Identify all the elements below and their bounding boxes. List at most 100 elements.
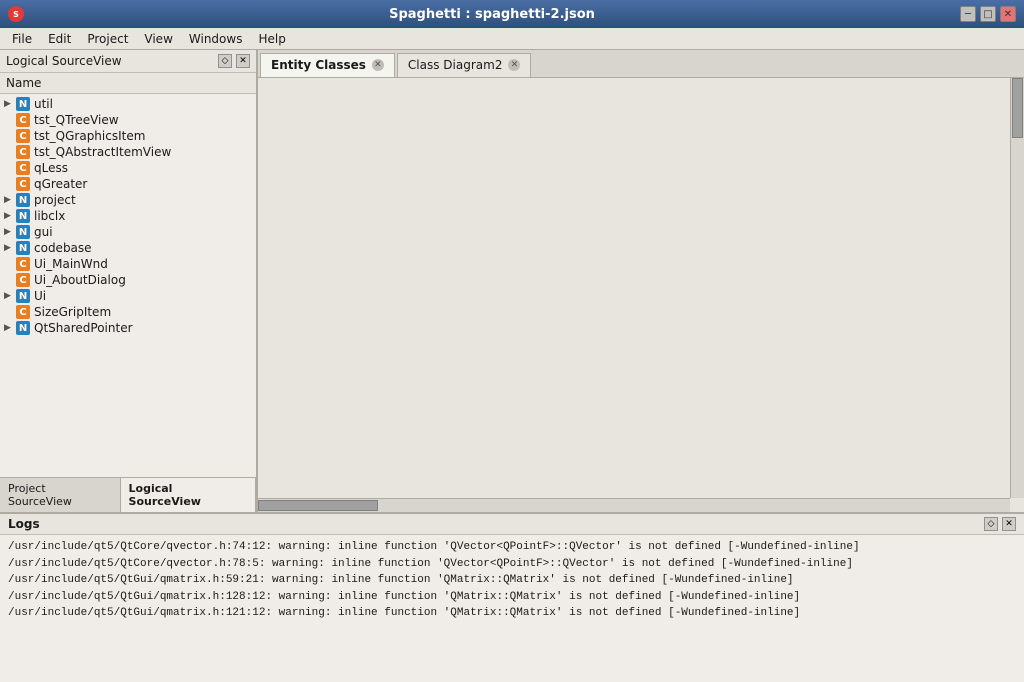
tree-item[interactable]: Ctst_QTreeView <box>0 112 256 128</box>
menu-item-project[interactable]: Project <box>79 30 136 48</box>
tree-label: tst_QTreeView <box>34 113 119 127</box>
tab-entity-classes[interactable]: Entity Classes ✕ <box>260 53 395 77</box>
app-icon: S <box>8 6 24 22</box>
main-layout: Logical SourceView ◇ ✕ Name ▶NutilCtst_Q… <box>0 50 1024 682</box>
logs-header: Logs ◇ ✕ <box>0 514 1024 535</box>
menu-item-edit[interactable]: Edit <box>40 30 79 48</box>
tree-item[interactable]: ▶Nutil <box>0 96 256 112</box>
tree-badge-c: C <box>16 161 30 175</box>
tree-label: Ui_MainWnd <box>34 257 108 271</box>
sidebar-tab-logical[interactable]: Logical SourceView <box>121 478 256 512</box>
lower-section: Logs ◇ ✕ /usr/include/qt5/QtCore/qvector… <box>0 512 1024 682</box>
tree-item[interactable]: C Ui_MainWnd <box>0 256 256 272</box>
scroll-thumb-vertical[interactable] <box>1012 78 1023 138</box>
log-entry: /usr/include/qt5/QtCore/qvector.h:74:12:… <box>8 539 1016 556</box>
log-entry: /usr/include/qt5/QtCore/qvector.h:78:5: … <box>8 556 1016 573</box>
tree-label: project <box>34 193 76 207</box>
tree-label: util <box>34 97 53 111</box>
menu-item-windows[interactable]: Windows <box>181 30 251 48</box>
upper-section: Logical SourceView ◇ ✕ Name ▶NutilCtst_Q… <box>0 50 1024 512</box>
tree-item[interactable]: CSizeGripItem <box>0 304 256 320</box>
minimize-button[interactable]: ─ <box>960 6 976 22</box>
menu-item-help[interactable]: Help <box>250 30 293 48</box>
log-entry: /usr/include/qt5/QtGui/qmatrix.h:121:12:… <box>8 605 1016 622</box>
tree-arrow-icon: ▶ <box>4 323 16 333</box>
tree-arrow-icon: ▶ <box>4 211 16 221</box>
tabs-bar: Entity Classes ✕ Class Diagram2 ✕ <box>258 50 1024 78</box>
tab-close-button[interactable]: ✕ <box>372 59 384 71</box>
tree-label: Ui <box>34 289 46 303</box>
sidebar-controls: ◇ ✕ <box>218 54 250 68</box>
tree-label: codebase <box>34 241 92 255</box>
tab-class-diagram2[interactable]: Class Diagram2 ✕ <box>397 53 532 77</box>
logs-content[interactable]: /usr/include/qt5/QtCore/qvector.h:74:12:… <box>0 535 1024 682</box>
sidebar-title: Logical SourceView <box>6 54 122 68</box>
tree-item[interactable]: ▶N QtSharedPointer <box>0 320 256 336</box>
maximize-button[interactable]: □ <box>980 6 996 22</box>
sidebar-tabs: Project SourceView Logical SourceView <box>0 477 256 512</box>
log-entry: /usr/include/qt5/QtGui/qmatrix.h:128:12:… <box>8 589 1016 606</box>
tab-label: Entity Classes <box>271 58 366 72</box>
tree-item[interactable]: ▶Nproject <box>0 192 256 208</box>
tab-label: Class Diagram2 <box>408 58 503 72</box>
diagram-canvas-wrapper[interactable]: QGraphicsItemGroupaddToGroup() : voidrem… <box>258 78 1024 512</box>
scroll-thumb-horizontal[interactable] <box>258 500 378 511</box>
tree-item[interactable]: ▶NUi <box>0 288 256 304</box>
tab-close-button[interactable]: ✕ <box>508 59 520 71</box>
titlebar-title: Spaghetti : spaghetti-2.json <box>24 7 960 22</box>
close-button[interactable]: ✕ <box>1000 6 1016 22</box>
tree-item[interactable]: ▶Ncodebase <box>0 240 256 256</box>
tree-arrow-icon: ▶ <box>4 227 16 237</box>
sidebar-header: Logical SourceView ◇ ✕ <box>0 50 256 73</box>
tree-item[interactable]: Ctst_QAbstractItemView <box>0 144 256 160</box>
tree-badge-n: N <box>16 321 30 335</box>
tree-arrow-icon: ▶ <box>4 243 16 253</box>
tree-badge-c: C <box>16 305 30 319</box>
tree-item[interactable]: ▶Nlibclx <box>0 208 256 224</box>
sidebar-tree[interactable]: ▶NutilCtst_QTreeViewCtst_QGraphicsItemCt… <box>0 94 256 477</box>
tree-item[interactable]: CqLess <box>0 160 256 176</box>
tree-badge-n: N <box>16 193 30 207</box>
sidebar-close-button[interactable]: ✕ <box>236 54 250 68</box>
right-panel: Entity Classes ✕ Class Diagram2 ✕ <box>258 50 1024 512</box>
tree-badge-c: C <box>16 129 30 143</box>
tree-badge-c: C <box>16 177 30 191</box>
log-entry: /usr/include/qt5/QtGui/qmatrix.h:59:21: … <box>8 572 1016 589</box>
tree-label: libclx <box>34 209 65 223</box>
tree-label: gui <box>34 225 53 239</box>
sidebar: Logical SourceView ◇ ✕ Name ▶NutilCtst_Q… <box>0 50 258 512</box>
logs-controls: ◇ ✕ <box>984 517 1016 531</box>
sidebar-name-header: Name <box>0 73 256 94</box>
tree-badge-n: N <box>16 97 30 111</box>
titlebar-controls: ─ □ ✕ <box>960 6 1016 22</box>
tree-badge-c: C <box>16 113 30 127</box>
logs-close-button[interactable]: ✕ <box>1002 517 1016 531</box>
tree-arrow-icon: ▶ <box>4 291 16 301</box>
tree-item[interactable]: CqGreater <box>0 176 256 192</box>
tree-badge-c: C <box>16 145 30 159</box>
menubar: FileEditProjectViewWindowsHelp <box>0 28 1024 50</box>
tree-label: tst_QAbstractItemView <box>34 145 171 159</box>
tree-item[interactable]: ▶Ngui <box>0 224 256 240</box>
tree-arrow-icon: ▶ <box>4 195 16 205</box>
tree-label: tst_QGraphicsItem <box>34 129 145 143</box>
tree-label: qLess <box>34 161 68 175</box>
logs-pin-button[interactable]: ◇ <box>984 517 998 531</box>
sidebar-pin-button[interactable]: ◇ <box>218 54 232 68</box>
tree-item[interactable]: Ctst_QGraphicsItem <box>0 128 256 144</box>
logs-title: Logs <box>8 517 40 531</box>
tree-badge-c: C <box>16 273 30 287</box>
tree-badge-n: N <box>16 225 30 239</box>
sidebar-tab-project[interactable]: Project SourceView <box>0 478 121 512</box>
menu-item-view[interactable]: View <box>136 30 180 48</box>
diagram-scrollbar-v[interactable] <box>1010 78 1024 498</box>
titlebar: S Spaghetti : spaghetti-2.json ─ □ ✕ <box>0 0 1024 28</box>
tree-badge-n: N <box>16 241 30 255</box>
tree-label: qGreater <box>34 177 87 191</box>
tree-label: Ui_AboutDialog <box>34 273 126 287</box>
menu-item-file[interactable]: File <box>4 30 40 48</box>
tree-badge-c: C <box>16 257 30 271</box>
tree-item[interactable]: C Ui_AboutDialog <box>0 272 256 288</box>
tree-label: QtSharedPointer <box>34 321 133 335</box>
diagram-scrollbar-h[interactable] <box>258 498 1010 512</box>
